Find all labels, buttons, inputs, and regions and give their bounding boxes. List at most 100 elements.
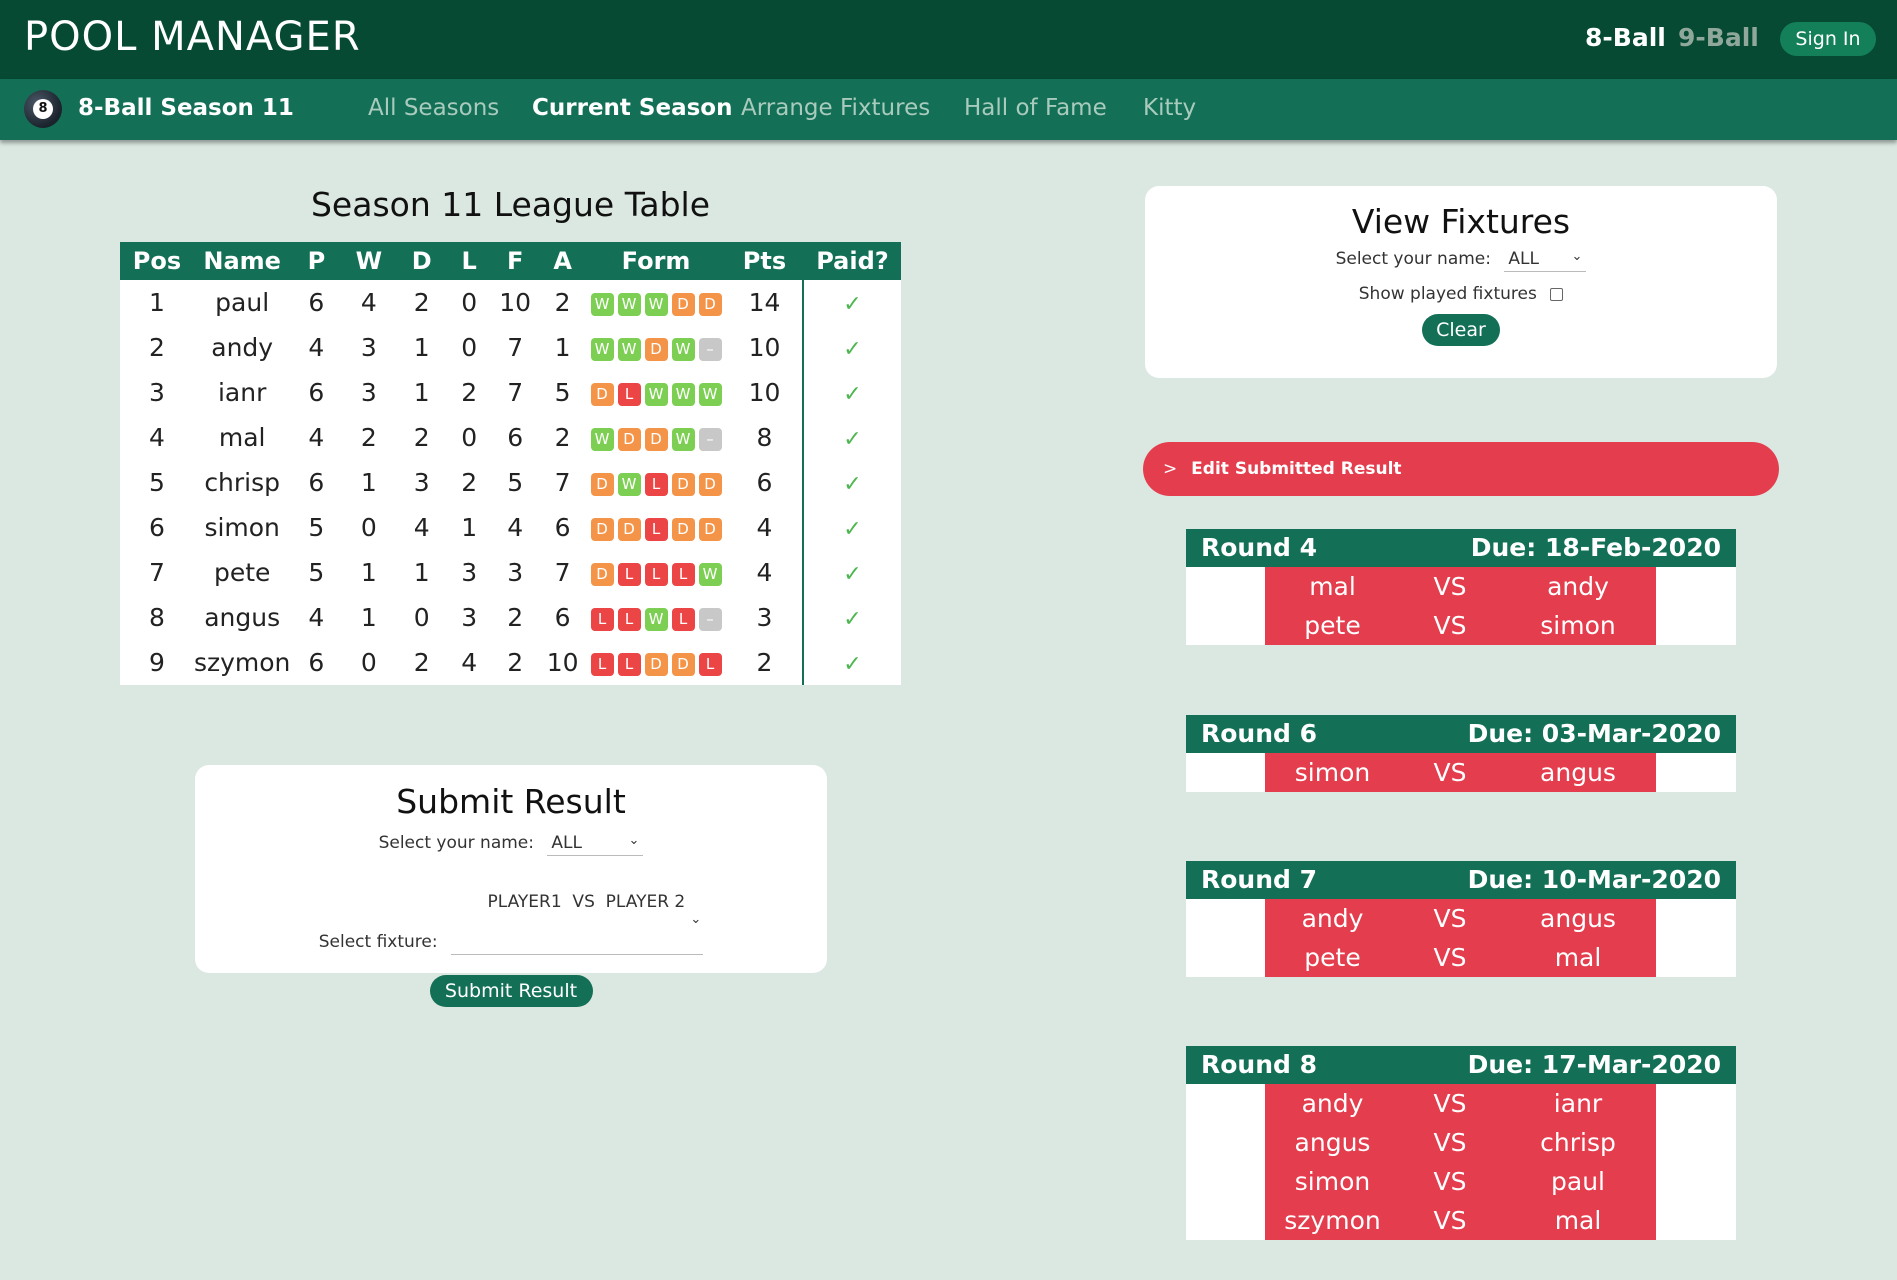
form-badge: D [698, 517, 722, 541]
form-badge: D [644, 652, 668, 676]
nav-all-seasons[interactable]: All Seasons [368, 95, 499, 121]
cell-pos: 5 [149, 468, 165, 497]
cell-d: 4 [413, 513, 430, 542]
paid-check-icon: ✓ [843, 382, 862, 407]
cell-d: 3 [413, 468, 430, 497]
submit-fixture-select[interactable]: PLAYER1 VS PLAYER 2 ⌄ [451, 872, 704, 955]
cell-paid: ✓ [801, 595, 901, 640]
submit-fixture-value: PLAYER1 VS PLAYER 2 [487, 892, 686, 912]
fixture-row[interactable]: andy VS angus [1265, 899, 1656, 938]
form-badge: W [644, 382, 668, 406]
cell-paid: ✓ [801, 415, 901, 460]
submit-fixture-row: Select fixture: PLAYER1 VS PLAYER 2 ⌄ [195, 872, 827, 955]
cell-paid: ✓ [801, 280, 901, 325]
form-badge: L [671, 562, 695, 586]
show-played-checkbox[interactable] [1550, 287, 1564, 301]
form-badge: D [617, 517, 641, 541]
cell-pts: 10 [748, 333, 781, 362]
chevron-down-icon: ⌄ [628, 833, 640, 848]
form-badge: W [698, 382, 722, 406]
cell-form: W D D W – [585, 415, 727, 460]
nav-current-season[interactable]: Current Season [532, 95, 732, 121]
cell-w: 1 [360, 558, 377, 587]
form-badge: D [671, 652, 695, 676]
fixture-player-1: pete [1304, 611, 1361, 640]
cell-f: 5 [507, 468, 524, 497]
cell-w: 2 [360, 423, 377, 452]
cell-a: 1 [554, 333, 571, 362]
cell-d: 2 [413, 648, 430, 677]
fixture-row[interactable]: pete VS mal [1265, 938, 1656, 977]
cell-name: simon [204, 513, 280, 542]
cell-f: 10 [499, 288, 532, 317]
sign-in-button[interactable]: Sign In [1780, 22, 1876, 56]
cell-pts: 10 [748, 378, 781, 407]
form-badge: – [698, 607, 722, 631]
season-title[interactable]: 8-Ball Season 11 [78, 95, 294, 121]
cell-l: 3 [461, 603, 478, 632]
fixture-row[interactable]: simon VS paul [1265, 1162, 1656, 1201]
cell-pts: 8 [756, 423, 773, 452]
fixture-row[interactable]: pete VS simon [1265, 606, 1656, 645]
round-due-date: Due: 18-Feb-2020 [1470, 533, 1721, 562]
cell-d: 2 [413, 423, 430, 452]
cell-w: 3 [360, 378, 377, 407]
game-8-ball-link[interactable]: 8-Ball [1585, 23, 1666, 52]
paid-check-icon: ✓ [843, 517, 862, 542]
round-title: Round 6 [1201, 719, 1318, 748]
game-9-ball-link[interactable]: 9-Ball [1678, 23, 1759, 52]
cell-pts: 3 [756, 603, 773, 632]
eight-ball-icon: 8 [24, 90, 62, 128]
fixture-vs: VS [1433, 611, 1467, 640]
cell-f: 3 [507, 558, 524, 587]
clear-button[interactable]: Clear [1422, 314, 1500, 346]
form-badge: L [617, 382, 641, 406]
app-brand[interactable]: POOL MANAGER [24, 14, 361, 60]
form-badge: – [698, 337, 722, 361]
fixture-vs: VS [1433, 572, 1467, 601]
form-badge: L [617, 562, 641, 586]
cell-l: 0 [461, 333, 478, 362]
fixture-player-2: simon [1540, 611, 1616, 640]
cell-name: szymon [193, 648, 291, 677]
col-pos: Pos [120, 242, 194, 280]
fixture-player-1: simon [1294, 758, 1371, 787]
form-badge: D [644, 427, 668, 451]
cell-w: 0 [360, 513, 377, 542]
cell-l: 1 [461, 513, 478, 542]
clear-button-row: Clear [1145, 314, 1777, 346]
fixture-row[interactable]: simon VS angus [1265, 753, 1656, 792]
fixture-player-1: angus [1294, 1128, 1371, 1157]
form-badge: D [698, 472, 722, 496]
fixture-row[interactable]: szymon VS mal [1265, 1201, 1656, 1240]
chevron-right-icon: > [1163, 459, 1178, 479]
fixture-player-2: chrisp [1540, 1128, 1616, 1157]
fixture-row[interactable]: andy VS ianr [1265, 1084, 1656, 1123]
form-badge: W [671, 337, 695, 361]
round-header: Round 8 Due: 17-Mar-2020 [1186, 1046, 1736, 1084]
fixture-row[interactable]: angus VS chrisp [1265, 1123, 1656, 1162]
form-badge: W [617, 337, 641, 361]
cell-p: 4 [308, 333, 325, 362]
col-for: F [490, 242, 541, 280]
cell-w: 1 [360, 468, 377, 497]
cell-paid: ✓ [801, 640, 901, 685]
nav-hall-of-fame[interactable]: Hall of Fame [964, 95, 1107, 121]
submit-name-select[interactable]: ALL ⌄ [547, 833, 644, 856]
nav-arrange-fixtures[interactable]: Arrange Fixtures [741, 95, 930, 121]
cell-l: 4 [461, 648, 478, 677]
cell-l: 2 [461, 378, 478, 407]
submit-result-button[interactable]: Submit Result [429, 975, 593, 1007]
form-badge: L [590, 652, 614, 676]
nav-kitty[interactable]: Kitty [1143, 95, 1196, 121]
cell-form: DWLDD [585, 460, 727, 505]
fixture-row[interactable]: mal VS andy [1265, 567, 1656, 606]
cell-name: angus [204, 603, 281, 632]
view-name-select[interactable]: ALL ⌄ [1504, 249, 1587, 272]
edit-submitted-result-toggle[interactable]: > Edit Submitted Result [1143, 442, 1779, 496]
form-badge: D [671, 517, 695, 541]
cell-paid: ✓ [801, 505, 901, 550]
league-table-body: 1 paul 6 4 2 0 10 2 W W W D D 14 ✓ 2 andy 4 3 1 0 7 1 W W D W –10 ✓ 3… [120, 280, 901, 685]
paid-check-icon: ✓ [843, 652, 862, 677]
fixture-player-2: paul [1551, 1167, 1605, 1196]
